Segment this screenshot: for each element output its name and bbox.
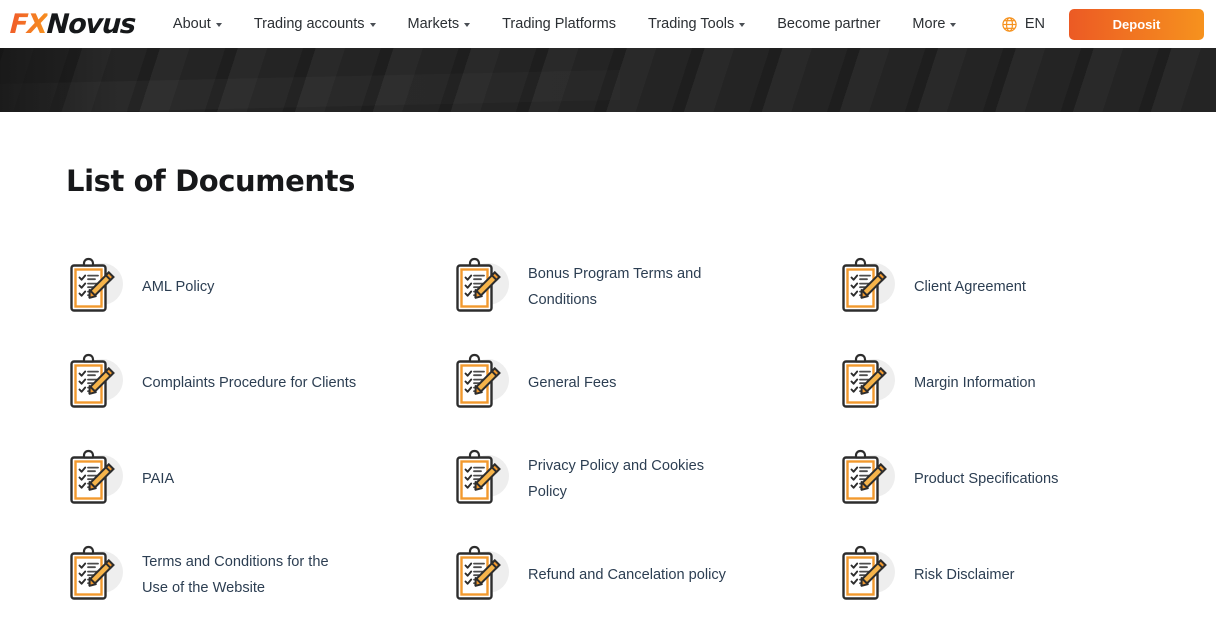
- clipboard-checklist-pencil-icon: [452, 449, 510, 511]
- clipboard-checklist-pencil-icon: [452, 545, 510, 607]
- nav-item-trading-tools[interactable]: Trading Tools: [632, 11, 761, 38]
- clipboard-checklist-pencil-icon: [66, 353, 124, 415]
- hero-banner: [0, 48, 1216, 112]
- document-label: Privacy Policy and Cookies Policy: [528, 458, 705, 500]
- hero-gradient-overlay: [0, 48, 120, 112]
- chevron-down-icon: [739, 23, 746, 27]
- language-selector[interactable]: EN: [991, 10, 1055, 39]
- nav-label: About: [172, 15, 211, 32]
- clipboard-checklist-pencil-icon: [838, 353, 896, 415]
- clipboard-checklist-pencil-icon: [452, 353, 510, 415]
- document-item-general-fees[interactable]: General Fees: [452, 336, 838, 432]
- document-label: Complaints Procedure for Clients: [142, 375, 357, 392]
- document-label: PAIA: [142, 471, 175, 488]
- chevron-down-icon: [464, 23, 471, 27]
- nav-label: Markets: [407, 15, 460, 32]
- document-item-terms-and-conditions-for-the-use-of-the-website[interactable]: Terms and Conditions for the Use of the …: [66, 528, 452, 624]
- logo-text-novus: Novus: [46, 8, 136, 40]
- document-label: Refund and Cancelation policy: [528, 567, 726, 584]
- document-label: AML Policy: [142, 279, 215, 296]
- document-label: Client Agreement: [914, 279, 1026, 296]
- nav-label: Become partner: [777, 15, 881, 32]
- document-item-product-specifications[interactable]: Product Specifications: [838, 432, 1150, 528]
- chevron-down-icon: [369, 23, 376, 27]
- document-label: General Fees: [528, 375, 617, 392]
- document-label: Terms and Conditions for the Use of the …: [142, 554, 329, 596]
- document-label: Bonus Program Terms and Conditions: [528, 266, 702, 308]
- site-header: FX Novus About Trading accounts Markets T…: [0, 0, 1216, 48]
- nav-item-trading-accounts[interactable]: Trading accounts: [238, 11, 392, 38]
- nav-label: Trading Tools: [648, 15, 735, 32]
- document-item-privacy-policy-and-cookies-policy[interactable]: Privacy Policy and Cookies Policy: [452, 432, 838, 528]
- main-navigation: About Trading accounts Markets Trading P…: [157, 11, 987, 38]
- document-item-client-agreement[interactable]: Client Agreement: [838, 240, 1150, 336]
- nav-item-more[interactable]: More: [896, 11, 972, 38]
- document-label: Product Specifications: [914, 471, 1059, 488]
- clipboard-checklist-pencil-icon: [838, 449, 896, 511]
- globe-icon: [1002, 16, 1017, 32]
- nav-label: More: [912, 15, 946, 32]
- nav-label: Trading Platforms: [502, 15, 616, 32]
- documents-grid: AML Policy Bonus Program Terms and Condi…: [66, 240, 1150, 624]
- deposit-button[interactable]: Deposit: [1069, 8, 1204, 40]
- nav-item-become-partner[interactable]: Become partner: [761, 11, 896, 38]
- nav-item-about[interactable]: About: [157, 11, 238, 38]
- site-logo[interactable]: FX Novus: [9, 8, 136, 40]
- language-label: EN: [1024, 16, 1045, 32]
- document-label: Margin Information: [914, 375, 1036, 392]
- document-item-risk-disclaimer[interactable]: Risk Disclaimer: [838, 528, 1150, 624]
- nav-item-markets[interactable]: Markets: [392, 11, 487, 38]
- clipboard-checklist-pencil-icon: [66, 257, 124, 319]
- page-title: List of Documents: [66, 164, 355, 198]
- document-item-bonus-program-terms-and-conditions[interactable]: Bonus Program Terms and Conditions: [452, 240, 838, 336]
- clipboard-checklist-pencil-icon: [66, 449, 124, 511]
- main-content: List of Documents AML Policy Bonus Progr…: [0, 112, 1216, 624]
- nav-item-trading-platforms[interactable]: Trading Platforms: [486, 11, 632, 38]
- document-item-aml-policy[interactable]: AML Policy: [66, 240, 452, 336]
- clipboard-checklist-pencil-icon: [838, 545, 896, 607]
- document-item-paia[interactable]: PAIA: [66, 432, 452, 528]
- document-item-complaints-procedure-for-clients[interactable]: Complaints Procedure for Clients: [66, 336, 452, 432]
- clipboard-checklist-pencil-icon: [66, 545, 124, 607]
- document-item-refund-and-cancelation-policy[interactable]: Refund and Cancelation policy: [452, 528, 838, 624]
- nav-label: Trading accounts: [253, 15, 365, 32]
- clipboard-checklist-pencil-icon: [452, 257, 510, 319]
- clipboard-checklist-pencil-icon: [838, 257, 896, 319]
- logo-text-fx: FX: [9, 8, 48, 40]
- chevron-down-icon: [950, 23, 957, 27]
- chevron-down-icon: [215, 23, 222, 27]
- document-item-margin-information[interactable]: Margin Information: [838, 336, 1150, 432]
- document-label: Risk Disclaimer: [914, 567, 1015, 584]
